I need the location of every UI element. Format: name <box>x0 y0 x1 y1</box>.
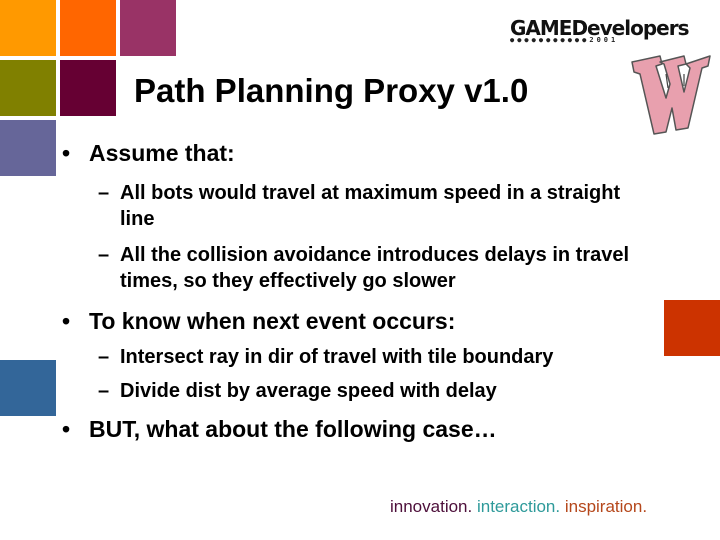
slide-title: Path Planning Proxy v1.0 <box>134 72 529 109</box>
decor-square-dark-orange <box>60 0 116 56</box>
subbullet-text: Intersect ray in dir of travel with tile… <box>120 346 554 368</box>
bullet-dot: • <box>62 140 71 166</box>
decor-square-steel-blue <box>0 360 56 416</box>
decor-square-magenta <box>120 0 176 56</box>
subbullet-text: All the collision avoidance introduces d… <box>120 244 630 292</box>
decor-square-olive <box>0 60 56 116</box>
decor-square-maroon <box>60 60 116 116</box>
tagline-interaction: interaction. <box>472 497 561 516</box>
bullet-text: To know when next event occurs: <box>89 308 456 334</box>
sub-dash: – <box>98 346 110 368</box>
subbullet-text: Divide dist by average speed with delay <box>120 380 497 402</box>
tagline-innovation: innovation. <box>390 497 473 516</box>
decor-square-red-orange <box>664 300 720 356</box>
sub-dash: – <box>98 380 110 402</box>
w-logo-icon <box>626 48 716 138</box>
bullet-text: Assume that: <box>89 140 235 166</box>
bullet-dot: • <box>62 416 71 442</box>
bullet-dot: • <box>62 308 71 334</box>
subbullet-text: All bots would travel at maximum speed i… <box>120 182 621 230</box>
decor-square-orange <box>0 0 56 56</box>
tagline: innovation. interaction. inspiration. <box>390 497 647 517</box>
sub-dash: – <box>98 244 110 266</box>
bullet-text: BUT, what about the following case… <box>89 416 497 442</box>
gamedevelopers-logo-subtext: ●●●●●●●●●●●2001 <box>510 36 619 44</box>
sub-dash: – <box>98 182 110 204</box>
tagline-inspiration: inspiration. <box>560 497 648 516</box>
decor-square-slate-blue <box>0 120 56 176</box>
